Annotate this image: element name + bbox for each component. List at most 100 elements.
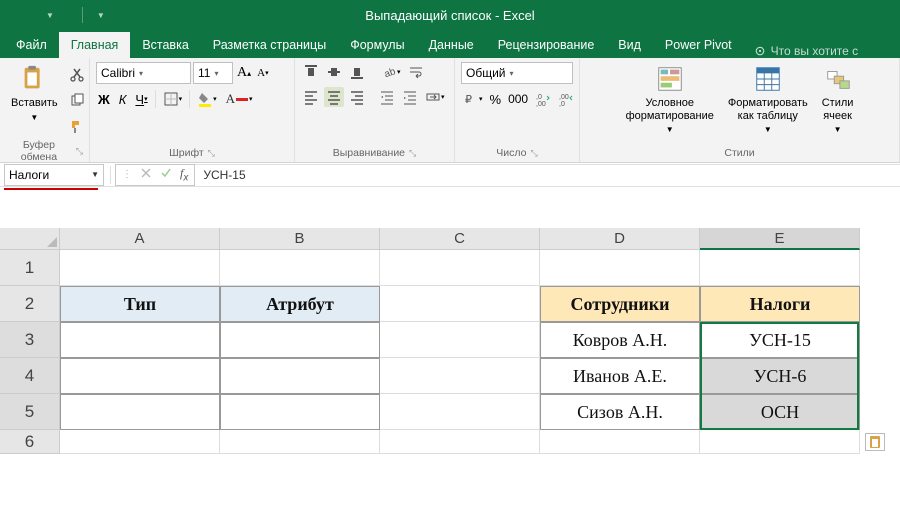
col-header-e[interactable]: E: [700, 228, 860, 250]
cell-a6[interactable]: [60, 430, 220, 454]
font-size-combo[interactable]: 11▾: [193, 62, 233, 84]
tab-review[interactable]: Рецензирование: [486, 32, 607, 58]
cell-e6[interactable]: [700, 430, 860, 454]
tab-power-pivot[interactable]: Power Pivot: [653, 32, 744, 58]
fx-icon[interactable]: fx: [180, 166, 188, 183]
col-header-d[interactable]: D: [540, 228, 700, 250]
spreadsheet-grid[interactable]: A B C D E 1 2 Тип Атрибут Сотрудники Нал…: [0, 228, 900, 454]
align-left-icon[interactable]: [301, 87, 321, 107]
cell-d1[interactable]: [540, 250, 700, 286]
enter-formula-icon[interactable]: [160, 167, 172, 182]
decrease-decimal-icon[interactable]: ,00,0: [556, 89, 576, 109]
cell-c4[interactable]: [380, 358, 540, 394]
cell-d2[interactable]: Сотрудники: [540, 286, 700, 322]
bold-button[interactable]: Ж: [96, 90, 112, 109]
align-center-icon[interactable]: [324, 87, 344, 107]
paste-button[interactable]: Вставить ▼: [6, 62, 63, 124]
row-header-4[interactable]: 4: [0, 358, 60, 394]
font-shrink-icon[interactable]: A▾: [255, 65, 270, 81]
cell-b3[interactable]: [220, 322, 380, 358]
cell-a2[interactable]: Тип: [60, 286, 220, 322]
col-header-a[interactable]: A: [60, 228, 220, 250]
formula-input[interactable]: УСН-15: [195, 164, 900, 186]
cell-d5[interactable]: Сизов А.Н.: [540, 394, 700, 430]
cell-a3[interactable]: [60, 322, 220, 358]
merge-center-icon[interactable]: ▾: [423, 87, 447, 107]
percent-icon[interactable]: %: [488, 90, 504, 109]
tab-insert[interactable]: Вставка: [130, 32, 200, 58]
clipboard-launcher[interactable]: ⤡: [76, 146, 83, 157]
number-launcher[interactable]: ⤡: [531, 148, 538, 159]
cell-c2[interactable]: [380, 286, 540, 322]
cell-styles-button[interactable]: Стили ячеек▼: [817, 62, 859, 136]
cell-c5[interactable]: [380, 394, 540, 430]
cell-e3[interactable]: УСН-15: [700, 322, 860, 358]
row-header-5[interactable]: 5: [0, 394, 60, 430]
cell-e4[interactable]: УСН-6: [700, 358, 860, 394]
cell-b4[interactable]: [220, 358, 380, 394]
row-header-3[interactable]: 3: [0, 322, 60, 358]
cell-c3[interactable]: [380, 322, 540, 358]
copy-icon[interactable]: [67, 91, 87, 111]
cell-b5[interactable]: [220, 394, 380, 430]
cell-e1[interactable]: [700, 250, 860, 286]
cell-c1[interactable]: [380, 250, 540, 286]
row-header-2[interactable]: 2: [0, 286, 60, 322]
tell-me[interactable]: Что вы хотите с: [754, 44, 859, 58]
font-grow-icon[interactable]: A▴: [235, 63, 253, 83]
tab-file[interactable]: Файл: [4, 32, 59, 58]
format-as-table-button[interactable]: Форматировать как таблицу▼: [723, 62, 813, 136]
alignment-launcher[interactable]: ⤡: [409, 148, 416, 159]
align-right-icon[interactable]: [347, 87, 367, 107]
orientation-icon[interactable]: ab▾: [379, 62, 403, 82]
tab-home[interactable]: Главная: [59, 32, 131, 58]
font-launcher[interactable]: ⤡: [208, 148, 215, 159]
cut-icon[interactable]: [67, 65, 87, 85]
cell-b2[interactable]: Атрибут: [220, 286, 380, 322]
currency-icon[interactable]: ₽▾: [461, 89, 485, 109]
tab-page-layout[interactable]: Разметка страницы: [201, 32, 338, 58]
range-dots-icon[interactable]: ⋮: [122, 169, 132, 180]
cell-b1[interactable]: [220, 250, 380, 286]
indent-increase-icon[interactable]: [400, 87, 420, 107]
svg-text:,00: ,00: [536, 101, 546, 107]
cell-d3[interactable]: Ковров А.Н.: [540, 322, 700, 358]
row-header-6[interactable]: 6: [0, 430, 60, 454]
align-top-icon[interactable]: [301, 62, 321, 82]
cell-d6[interactable]: [540, 430, 700, 454]
underline-button[interactable]: Ч ▾: [133, 90, 149, 109]
tab-formulas[interactable]: Формулы: [338, 32, 416, 58]
tab-view[interactable]: Вид: [606, 32, 653, 58]
italic-button[interactable]: К: [117, 90, 129, 109]
cell-c6[interactable]: [380, 430, 540, 454]
font-color-icon[interactable]: А▾: [224, 89, 255, 109]
tab-data[interactable]: Данные: [417, 32, 486, 58]
row-header-1[interactable]: 1: [0, 250, 60, 286]
cell-e2[interactable]: Налоги: [700, 286, 860, 322]
col-header-b[interactable]: B: [220, 228, 380, 250]
cell-a5[interactable]: [60, 394, 220, 430]
cancel-formula-icon[interactable]: [140, 167, 152, 182]
formula-controls: ⋮ fx: [115, 164, 195, 186]
paste-options-icon[interactable]: [865, 433, 885, 451]
cell-e5[interactable]: ОСН: [700, 394, 860, 430]
number-format-combo[interactable]: Общий▾: [461, 62, 573, 84]
cell-a4[interactable]: [60, 358, 220, 394]
fill-color-icon[interactable]: ▾: [195, 89, 219, 109]
format-painter-icon[interactable]: [67, 117, 87, 137]
align-middle-icon[interactable]: [324, 62, 344, 82]
cell-d4[interactable]: Иванов А.Е.: [540, 358, 700, 394]
col-header-c[interactable]: C: [380, 228, 540, 250]
conditional-formatting-button[interactable]: Условное форматирование▼: [621, 62, 719, 136]
comma-icon[interactable]: 000: [506, 90, 530, 108]
name-box[interactable]: Налоги ▼: [4, 164, 104, 186]
cell-b6[interactable]: [220, 430, 380, 454]
align-bottom-icon[interactable]: [347, 62, 367, 82]
font-name-combo[interactable]: Calibri▾: [96, 62, 191, 84]
indent-decrease-icon[interactable]: [377, 87, 397, 107]
cell-a1[interactable]: [60, 250, 220, 286]
increase-decimal-icon[interactable]: ,0,00: [533, 89, 553, 109]
wrap-text-icon[interactable]: [406, 62, 426, 82]
select-all-corner[interactable]: [0, 228, 60, 250]
borders-icon[interactable]: ▾: [161, 89, 185, 109]
